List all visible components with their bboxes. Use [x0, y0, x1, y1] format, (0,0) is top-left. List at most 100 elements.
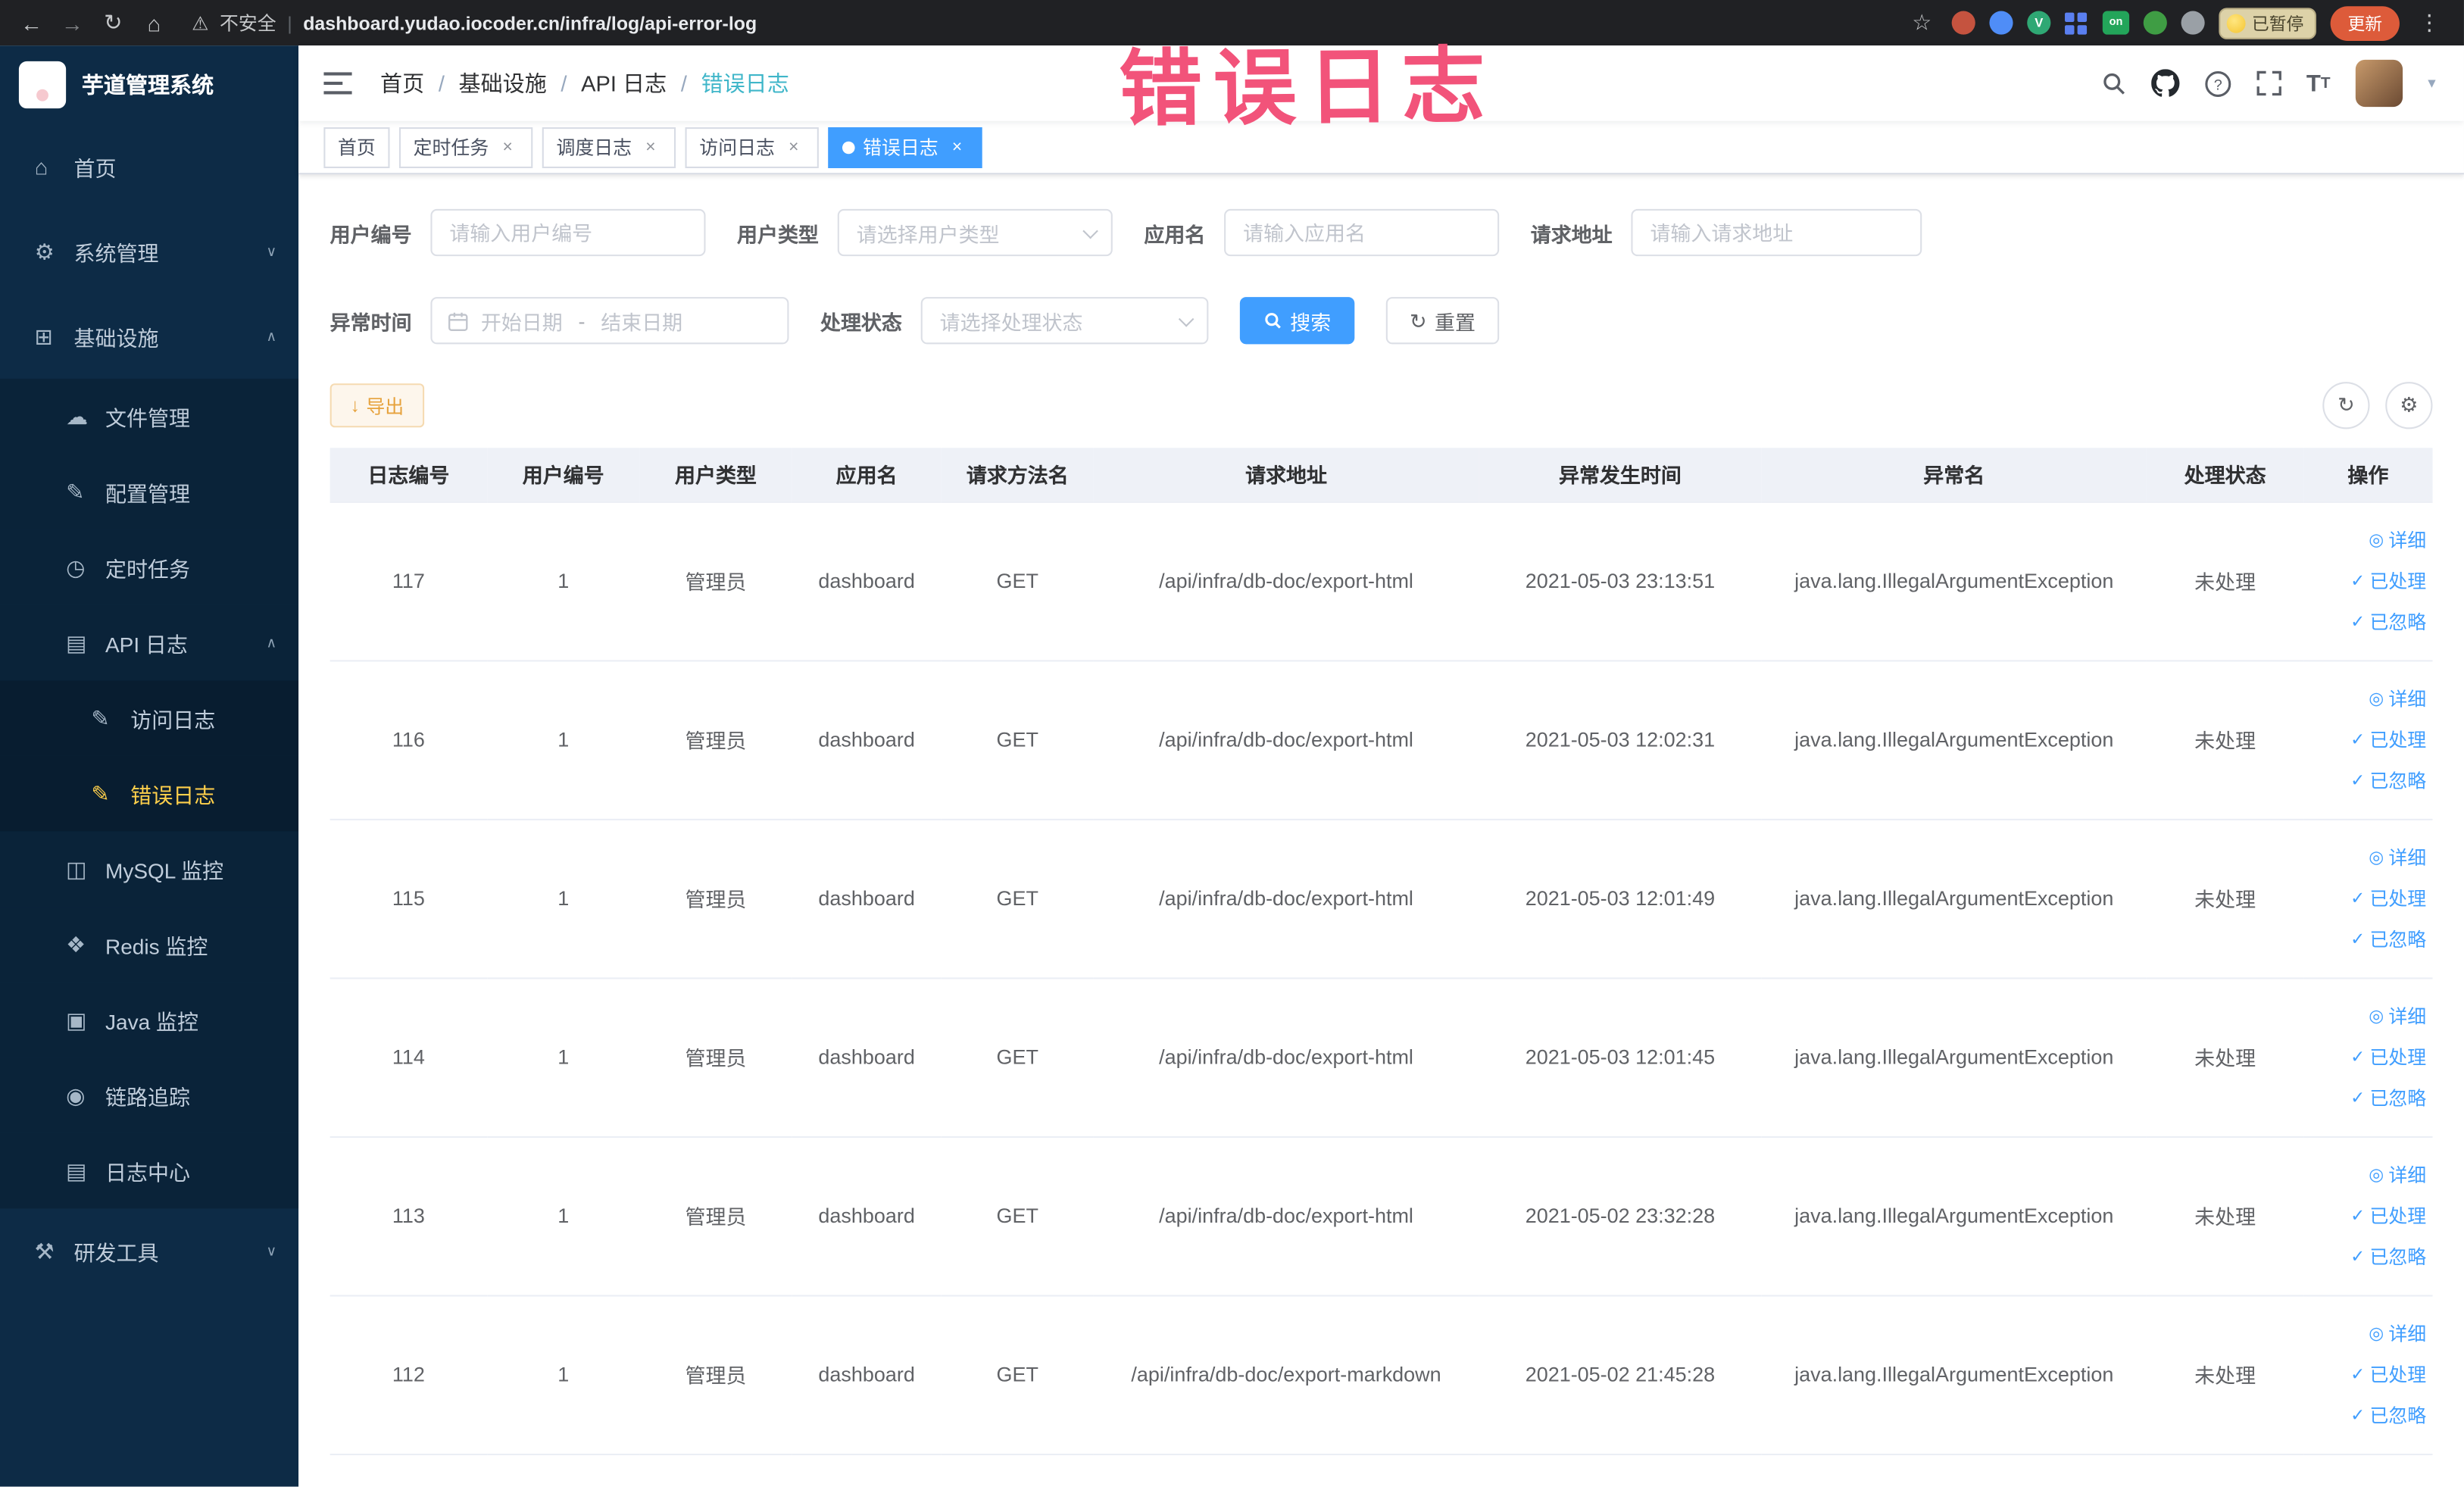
- start-date-placeholder[interactable]: 开始日期: [481, 306, 563, 336]
- col-user-id[interactable]: 用户编号: [487, 448, 640, 502]
- search-icon[interactable]: [2100, 70, 2125, 95]
- tab-error-log[interactable]: 错误日志 ×: [828, 127, 982, 167]
- col-exception-name[interactable]: 异常名: [1761, 448, 2147, 502]
- sidebar-item-log-center[interactable]: ▤ 日志中心: [0, 1132, 299, 1209]
- processed-link[interactable]: ✓ 已处理: [2350, 881, 2426, 916]
- detail-label: 详细: [2388, 1322, 2427, 1345]
- sidebar-item-scheduled-tasks[interactable]: ◷ 定时任务: [0, 530, 299, 605]
- paused-extension-badge[interactable]: 已暂停: [2219, 7, 2316, 39]
- bookmark-star-icon[interactable]: ☆: [1906, 9, 1937, 36]
- sidebar-item-file-management[interactable]: ☁ 文件管理: [0, 378, 299, 455]
- col-method[interactable]: 请求方法名: [941, 448, 1094, 502]
- extension-icon[interactable]: [1989, 11, 2013, 35]
- breadcrumb-item-api-log[interactable]: API 日志: [581, 67, 667, 98]
- sidebar-item-system-management[interactable]: ⚙ 系统管理 ∨: [0, 209, 298, 294]
- address-bar[interactable]: ⚠ 不安全 | dashboard.yudao.iocoder.cn/infra…: [192, 9, 1897, 36]
- status-select[interactable]: 请选择处理状态: [920, 297, 1209, 345]
- sidebar-item-error-log[interactable]: ✎ 错误日志: [0, 755, 299, 832]
- column-settings-button[interactable]: ⚙: [2385, 382, 2433, 430]
- processed-link[interactable]: ✓ 已处理: [2350, 1357, 2426, 1392]
- extension-icon[interactable]: [2181, 11, 2205, 35]
- extension-icon[interactable]: on: [2102, 11, 2130, 35]
- table-row: 117 1 管理员 dashboard GET /api/infra/db-do…: [329, 501, 2433, 661]
- tab-access-log[interactable]: 访问日志 ×: [685, 127, 819, 167]
- kebab-menu-icon[interactable]: ⋮: [2414, 9, 2445, 36]
- reload-icon[interactable]: ↻: [98, 9, 129, 36]
- tab-label: 定时任务: [413, 136, 489, 159]
- col-status[interactable]: 处理状态: [2146, 448, 2304, 502]
- detail-link[interactable]: ◎ 详细: [2369, 840, 2426, 875]
- processed-link[interactable]: ✓ 已处理: [2350, 564, 2426, 598]
- github-icon[interactable]: [2150, 69, 2179, 97]
- tab-scheduled-tasks[interactable]: 定时任务 ×: [398, 127, 533, 167]
- col-exception-time[interactable]: 异常发生时间: [1479, 448, 1762, 502]
- fullscreen-icon[interactable]: [2256, 70, 2281, 96]
- sidebar-item-home[interactable]: ⌂ 首页: [0, 124, 298, 209]
- ignored-link[interactable]: ✓ 已忽略: [2350, 1080, 2426, 1115]
- detail-link[interactable]: ◎ 详细: [2369, 1157, 2426, 1192]
- col-request-url[interactable]: 请求地址: [1093, 448, 1479, 502]
- sidebar-item-java-monitor[interactable]: ▣ Java 监控: [0, 982, 299, 1058]
- extension-icon[interactable]: [1951, 11, 1975, 35]
- detail-link[interactable]: ◎ 详细: [2369, 1316, 2426, 1351]
- sidebar-item-config-management[interactable]: ✎ 配置管理: [0, 454, 299, 530]
- ignored-link[interactable]: ✓ 已忽略: [2350, 763, 2426, 798]
- sidebar-item-redis-monitor[interactable]: ❖ Redis 监控: [0, 907, 299, 982]
- breadcrumb-item-infrastructure[interactable]: 基础设施: [459, 67, 547, 98]
- detail-link[interactable]: ◎ 详细: [2369, 681, 2426, 716]
- forward-icon[interactable]: →: [57, 10, 88, 35]
- extension-icon[interactable]: V: [2027, 11, 2051, 35]
- sidebar-item-access-log[interactable]: ✎ 访问日志: [0, 680, 299, 756]
- col-log-id[interactable]: 日志编号: [329, 448, 488, 502]
- tab-home[interactable]: 首页: [323, 127, 390, 167]
- app-name-input[interactable]: [1224, 208, 1500, 257]
- close-icon[interactable]: ×: [946, 138, 968, 157]
- caret-down-icon[interactable]: ▾: [2428, 75, 2435, 92]
- user-id-input[interactable]: [430, 208, 706, 257]
- refresh-table-button[interactable]: ↻: [2322, 382, 2370, 430]
- sidebar-item-dev-tools[interactable]: ⚒ 研发工具 ∨: [0, 1208, 298, 1293]
- col-app-name[interactable]: 应用名: [792, 448, 942, 502]
- browser-home-icon[interactable]: ⌂: [139, 10, 170, 35]
- close-icon[interactable]: ×: [782, 138, 804, 157]
- date-range-picker[interactable]: 开始日期 - 结束日期: [430, 297, 789, 345]
- detail-link[interactable]: ◎ 详细: [2369, 523, 2426, 558]
- processed-link[interactable]: ✓ 已处理: [2350, 722, 2426, 757]
- ignored-link[interactable]: ✓ 已忽略: [2350, 1239, 2426, 1274]
- close-icon[interactable]: ×: [497, 138, 519, 157]
- back-icon[interactable]: ←: [16, 10, 47, 35]
- eye-icon: ◉: [66, 1082, 86, 1107]
- ignored-link[interactable]: ✓ 已忽略: [2350, 1398, 2426, 1432]
- user-type-select[interactable]: 请选择用户类型: [837, 208, 1113, 257]
- avatar[interactable]: [2355, 59, 2403, 108]
- col-actions[interactable]: 操作: [2303, 448, 2433, 502]
- breadcrumb-separator: /: [561, 70, 567, 96]
- font-size-icon[interactable]: TT: [2306, 70, 2331, 96]
- hamburger-icon[interactable]: [323, 70, 352, 95]
- cell-log-id: 112: [329, 1295, 488, 1455]
- cell-actions: ◎ 详细 ✓ 已处理 ✓ 已忽略: [2303, 977, 2433, 1137]
- cell-user-id: 1: [487, 660, 640, 820]
- sidebar-item-api-log[interactable]: ▤ API 日志 ∧: [0, 604, 299, 681]
- reset-button[interactable]: ↻ 重置: [1385, 297, 1500, 345]
- extension-grid-icon[interactable]: [2065, 11, 2088, 35]
- sidebar-item-infrastructure[interactable]: ⊞ 基础设施 ∧: [0, 294, 298, 379]
- close-icon[interactable]: ×: [639, 138, 661, 157]
- col-user-type[interactable]: 用户类型: [639, 448, 792, 502]
- sidebar-item-trace[interactable]: ◉ 链路追踪: [0, 1057, 299, 1133]
- processed-link[interactable]: ✓ 已处理: [2350, 1039, 2426, 1074]
- help-icon[interactable]: ?: [2204, 70, 2231, 96]
- processed-link[interactable]: ✓ 已处理: [2350, 1198, 2426, 1233]
- extension-icon[interactable]: [2143, 11, 2167, 35]
- ignored-link[interactable]: ✓ 已忽略: [2350, 604, 2426, 639]
- end-date-placeholder[interactable]: 结束日期: [601, 306, 682, 336]
- sidebar-item-mysql-monitor[interactable]: ◫ MySQL 监控: [0, 831, 299, 908]
- request-url-input[interactable]: [1631, 208, 1922, 257]
- tab-dispatch-log[interactable]: 调度日志 ×: [542, 127, 676, 167]
- breadcrumb-item-home[interactable]: 首页: [380, 67, 424, 98]
- browser-update-button[interactable]: 更新: [2330, 5, 2400, 40]
- ignored-link[interactable]: ✓ 已忽略: [2350, 922, 2426, 957]
- export-button[interactable]: ↓ 导出: [329, 383, 425, 428]
- detail-link[interactable]: ◎ 详细: [2369, 998, 2426, 1033]
- search-button[interactable]: 搜索: [1239, 297, 1355, 345]
